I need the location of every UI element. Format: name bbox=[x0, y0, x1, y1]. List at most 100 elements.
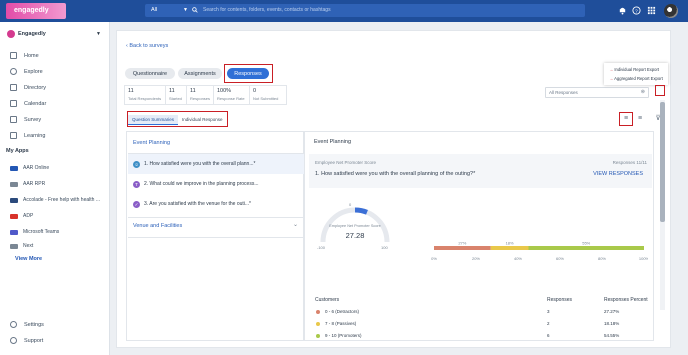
survey-panel: ‹ Back to surveys Questionnaire Assignme… bbox=[116, 30, 671, 348]
table-header-customers: Customers bbox=[315, 297, 340, 303]
search-scope[interactable]: All bbox=[151, 7, 157, 13]
avatar[interactable] bbox=[664, 4, 678, 18]
response-filter-select[interactable]: All Responses ⊜ bbox=[545, 87, 649, 98]
app-logo[interactable]: engagedly bbox=[6, 3, 66, 19]
highlight-box bbox=[127, 111, 228, 127]
calendar-icon bbox=[10, 100, 17, 107]
scrollbar-thumb[interactable] bbox=[660, 102, 665, 222]
bar-segment-label: 27% bbox=[458, 241, 466, 246]
sidebar-item-explore[interactable]: Explore bbox=[10, 68, 43, 75]
enps-gauge: 0 Employee Net Promoter Score 27.28 -100… bbox=[317, 202, 390, 250]
detail-section-title: Event Planning bbox=[314, 139, 351, 145]
grid-icon[interactable] bbox=[647, 6, 656, 15]
question-item[interactable]: ☺ 1. How satisfied were you with the over… bbox=[128, 154, 304, 174]
org-switcher[interactable]: Engagedly bbox=[7, 30, 46, 38]
app-icon bbox=[10, 165, 18, 171]
bar-segment bbox=[528, 246, 644, 250]
stats-bar: 11 Total Respondents 11 Started 11 Response… bbox=[124, 85, 287, 105]
view-more-link[interactable]: View More bbox=[15, 256, 42, 262]
section-title-event-planning[interactable]: Event Planning bbox=[133, 140, 170, 146]
app-icon bbox=[10, 181, 18, 187]
responses-count: Responses 11/11 bbox=[612, 160, 647, 165]
search-input[interactable]: Search for contents, folders, events, co… bbox=[203, 7, 331, 13]
sidebar-item-settings[interactable]: Settings bbox=[10, 321, 44, 328]
global-search[interactable]: All ▼ Search for contents, folders, even… bbox=[145, 4, 585, 17]
question-item[interactable]: ✓ 3. Are you satisfied with the venue for… bbox=[128, 194, 304, 214]
smiley-icon: ☺ bbox=[133, 160, 140, 168]
bar-tick-label: 80% bbox=[598, 256, 606, 261]
my-apps-title: My Apps bbox=[6, 148, 29, 154]
back-to-surveys-link[interactable]: ‹ Back to surveys bbox=[126, 43, 168, 49]
table-row: 0 - 6 (Detractors) 3 27.27% bbox=[309, 306, 652, 318]
home-icon bbox=[10, 52, 17, 59]
checkbox-icon: ✓ bbox=[133, 200, 140, 208]
app-item-aar-online[interactable]: AAR Online bbox=[10, 165, 49, 171]
bar-segment-label: 55% bbox=[582, 241, 590, 246]
bell-icon[interactable] bbox=[618, 6, 627, 15]
question-item[interactable]: T 2. What could we improve in the plannin… bbox=[128, 174, 304, 194]
list-alt-icon[interactable]: ≡ bbox=[636, 115, 644, 123]
table-row: 9 - 10 (Promoters) 6 54.55% bbox=[309, 330, 652, 342]
export-button[interactable] bbox=[655, 85, 665, 96]
bar-tick-label: 40% bbox=[514, 256, 522, 261]
app-item-aar-rpr[interactable]: AAR RPR bbox=[10, 181, 45, 187]
support-icon bbox=[10, 337, 17, 344]
app-icon bbox=[10, 197, 18, 203]
text-icon: T bbox=[133, 180, 140, 188]
question-header: Employee Net Promoter Score 1. How satis… bbox=[309, 154, 652, 188]
question-list: Event Planning ☺ 1. How satisfied were yo… bbox=[126, 131, 304, 341]
export-menu: → Individual Report Export → Aggregated … bbox=[604, 63, 668, 85]
sidebar-item-calendar[interactable]: Calendar bbox=[10, 100, 46, 107]
chevron-down-icon[interactable]: ⌄ bbox=[293, 221, 298, 228]
app-item-accolade[interactable]: Accolade - Free help with health ... bbox=[10, 197, 100, 203]
highlight-box bbox=[619, 112, 633, 126]
stat-total-respondents: 11 Total Respondents bbox=[125, 86, 166, 104]
bar-tick-label: 60% bbox=[556, 256, 564, 261]
app-item-microsoft-teams[interactable]: Microsoft Teams bbox=[10, 229, 59, 235]
chevron-down-icon[interactable]: ▼ bbox=[96, 31, 101, 37]
gauge-value: 27.28 bbox=[346, 231, 365, 240]
sidebar-item-directory[interactable]: Directory bbox=[10, 84, 46, 91]
app-item-next[interactable]: Next bbox=[10, 243, 33, 249]
stat-not-submitted: 0 Not Submitted bbox=[253, 88, 279, 101]
help-icon[interactable]: ? bbox=[632, 6, 641, 15]
clipboard-icon bbox=[10, 116, 17, 123]
stat-response-rate: 100% Response Rate bbox=[214, 86, 250, 104]
sidebar: Engagedly ▼ Home Explore Directory Calen… bbox=[0, 22, 110, 355]
gauge-top-label: 0 bbox=[349, 202, 352, 207]
view-responses-link[interactable]: VIEW RESPONSES bbox=[593, 171, 643, 177]
sidebar-item-home[interactable]: Home bbox=[10, 52, 39, 59]
status-dot bbox=[316, 322, 320, 326]
tab-questionnaire[interactable]: Questionnaire bbox=[125, 68, 175, 79]
gauge-min: -100 bbox=[317, 245, 326, 250]
bar-segment bbox=[434, 246, 491, 250]
sidebar-item-survey[interactable]: Survey bbox=[10, 116, 41, 123]
stat-started: 11 Started bbox=[166, 86, 187, 104]
menu-item-individual-export[interactable]: → Individual Report Export bbox=[609, 67, 659, 72]
table-row: 7 - 8 (Passives) 2 18.18% bbox=[309, 318, 652, 330]
sidebar-item-learning[interactable]: Learning bbox=[10, 132, 45, 139]
table-header-percent[interactable]: Responses Percent bbox=[604, 297, 648, 303]
breakdown-table: Customers Responses Responses Percent 0 … bbox=[309, 297, 652, 342]
menu-item-aggregated-export[interactable]: → Aggregated Report Export bbox=[609, 76, 663, 81]
teams-icon bbox=[10, 229, 18, 235]
bar-segment-label: 18% bbox=[506, 241, 514, 246]
org-logo bbox=[7, 30, 15, 38]
section-title-venue[interactable]: Venue and Facilities bbox=[133, 223, 182, 229]
bar-segment bbox=[490, 246, 529, 250]
app-item-adp[interactable]: ADP bbox=[10, 213, 33, 219]
chevron-down-icon[interactable]: ▼ bbox=[183, 7, 188, 13]
divider bbox=[128, 217, 304, 218]
table-header-responses[interactable]: Responses bbox=[547, 297, 572, 303]
status-dot bbox=[316, 334, 320, 338]
app-icon bbox=[10, 213, 18, 219]
tab-assignments[interactable]: Assignments bbox=[178, 68, 222, 79]
question-type: Employee Net Promoter Score bbox=[315, 160, 377, 165]
gauge-label: Employee Net Promoter Score bbox=[329, 224, 381, 228]
book-icon bbox=[10, 84, 17, 91]
bar-tick-label: 100% bbox=[639, 256, 648, 261]
app-icon bbox=[10, 243, 18, 249]
sidebar-item-support[interactable]: Support bbox=[10, 337, 43, 344]
bar-tick-label: 0% bbox=[431, 256, 437, 261]
scrollbar[interactable] bbox=[660, 100, 665, 310]
